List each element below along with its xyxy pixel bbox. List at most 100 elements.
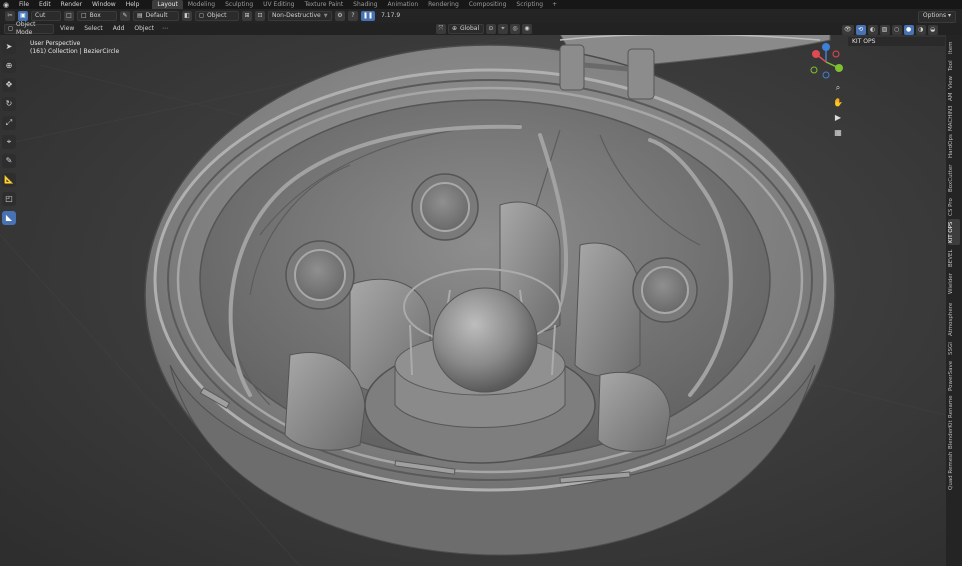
cursor-tool-icon[interactable]: ⊕ [2,59,16,73]
camera-icon[interactable]: ▶ [833,113,843,123]
rotate-tool-icon[interactable]: ↻ [2,97,16,111]
collection-dropdown[interactable]: ▤ Default [133,11,179,21]
sidebar-tab-wielder[interactable]: Wielder [948,271,960,297]
sidebar-tab-hardops[interactable]: HardOps [948,133,960,159]
pillow-right [574,242,641,377]
sidebar-tab-am[interactable]: AM [948,91,960,103]
menu-render[interactable]: Render [56,0,87,9]
navigation-gizmo[interactable] [806,42,846,82]
header-menu-add[interactable]: Add [109,23,129,35]
sidebar-tab-item[interactable]: Item [948,39,960,57]
mode-label: Non-Destructive [272,12,321,19]
visibility-icon[interactable]: 👁 [842,25,854,35]
sidebar-tab-blenderkit[interactable]: BlenderKit [948,420,960,449]
sidebar-tab-machin3[interactable]: MACHIN3 [948,105,960,131]
header-menu-view[interactable]: View [56,23,78,35]
sidebar-tab-atmosphere[interactable]: Atmosphere [948,299,960,339]
pivot-icon[interactable]: ⊙ [485,24,496,34]
operation-label: Cut [35,12,46,19]
proportional-edit-icon[interactable]: ◎ [509,24,520,34]
select-tool-icon[interactable]: ➤ [2,40,16,54]
overlays-icon[interactable]: ◐ [867,25,878,35]
collection-info-label: (161) Collection | BezierCircle [30,48,120,55]
box-icon: □ [81,12,87,19]
hand-icon[interactable]: ✋ [833,98,843,108]
settings-gear-icon[interactable]: ⚙ [335,11,345,21]
target-icon[interactable]: ◧ [182,11,192,21]
viewport-info: User Perspective (161) Collection | Bezi… [30,40,119,56]
tab-compositing[interactable]: Compositing [464,0,512,9]
tab-modeling[interactable]: Modeling [183,0,220,9]
shape-dropdown[interactable]: □ Box [77,11,117,21]
sidebar-tab-boxcutter[interactable]: BoxCutter [948,161,960,195]
grid-icon[interactable]: ▦ [833,128,843,138]
collection-label: Default [145,12,168,19]
annotate-tool-icon[interactable]: ✎ [2,154,16,168]
snapping-icon[interactable]: ⌖ [497,24,508,34]
sidebar-tab-kit-ops[interactable]: KIT OPS [948,219,960,245]
transform-tool-icon[interactable]: ⌖ [2,135,16,149]
3d-viewport[interactable] [0,35,946,566]
tool-settings-bar: ✂ ▣ Cut □ □ Box ✎ ▤ Default ◧ ◻ Object ⊞ ⊡ … [0,9,962,23]
sidebar-tabs: Item Tool View AM MACHIN3 HardOps BoxCut… [946,35,962,566]
menu-file[interactable]: File [14,0,34,9]
sidebar-tab-powersave[interactable]: PowerSave [948,359,960,393]
tab-shading[interactable]: Shading [348,0,382,9]
target-dropdown[interactable]: ◻ Object [195,11,239,21]
select-mode-icon[interactable]: ▣ [18,11,28,21]
tab-rendering[interactable]: Rendering [423,0,464,9]
boxcutter-tool-icon[interactable]: ◣ [2,211,16,225]
draw-icon[interactable]: ✎ [120,11,130,21]
target-label: Object [206,12,227,19]
overlay-toggle-icon[interactable]: ◉ [521,24,532,34]
blender-logo-icon[interactable]: ◉ [2,1,10,9]
menu-help[interactable]: Help [121,0,145,9]
menu-window[interactable]: Window [87,0,121,9]
tab-animation[interactable]: Animation [383,0,424,9]
menu-edit[interactable]: Edit [34,0,56,9]
tab-uv-editing[interactable]: UV Editing [258,0,299,9]
pause-icon[interactable]: ❚❚ [361,11,376,21]
solid-shading-icon[interactable]: ● [903,25,914,35]
options-button[interactable]: Options ▾ [917,11,956,23]
zoom-icon[interactable]: ⌕ [833,83,843,93]
tab-scripting[interactable]: Scripting [511,0,548,9]
snap-icon[interactable]: ⊞ [242,11,252,21]
sidebar-tab-cs-pro[interactable]: CS Pro [948,197,960,217]
header-extra-icon[interactable]: ⋯ [160,24,170,34]
wireframe-shading-icon[interactable]: ○ [891,25,902,35]
npanel-header[interactable]: KIT OPS [848,37,945,46]
material-shading-icon[interactable]: ◑ [915,25,926,35]
rendered-shading-icon[interactable]: ◒ [927,25,938,35]
mode-selector[interactable]: ◻ Object Mode [4,21,54,36]
shape-icon[interactable]: □ [64,11,74,21]
viewport-header: ◻ Object Mode View Select Add Object ⋯ ⤧ … [0,21,962,36]
mode-dropdown[interactable]: Non-Destructive ▼ [268,11,332,21]
transform-pivot-icon[interactable]: ⤧ [435,24,446,34]
axis-gizmo-icon [810,43,843,79]
tab-sculpting[interactable]: Sculpting [220,0,258,9]
measure-tool-icon[interactable]: 📐 [2,173,16,187]
add-cube-tool-icon[interactable]: ◰ [2,192,16,206]
scale-tool-icon[interactable]: ⤢ [2,116,16,130]
sidebar-tab-view[interactable]: View [948,75,960,89]
sidebar-tab-rename[interactable]: Rename [948,395,960,419]
sidebar-tab-bevel[interactable]: BEVEL [948,247,960,269]
move-tool-icon[interactable]: ✥ [2,78,16,92]
version-readout: 7.17.9 [378,11,412,21]
operation-dropdown[interactable]: Cut [31,11,61,21]
tab-layout[interactable]: Layout [152,0,183,9]
sidebar-tab-tool[interactable]: Tool [948,59,960,73]
orientation-dropdown[interactable]: ⊕ Global [447,24,484,34]
sidebar-tab-quad-remesh[interactable]: Quad Remesh [948,451,960,491]
add-workspace-button[interactable]: + [548,0,561,9]
xray-icon[interactable]: ▨ [879,25,890,35]
help-icon[interactable]: ? [348,11,358,21]
tab-texture-paint[interactable]: Texture Paint [299,0,348,9]
grid-snap-icon[interactable]: ⊡ [255,11,265,21]
header-menu-select[interactable]: Select [80,23,107,35]
gizmo-toggle-icon[interactable]: ⟲ [855,25,866,35]
header-menu-object[interactable]: Object [130,23,158,35]
sidebar-tab-ssgi[interactable]: SSGI [948,341,960,357]
tool-icon[interactable]: ✂ [5,11,15,21]
